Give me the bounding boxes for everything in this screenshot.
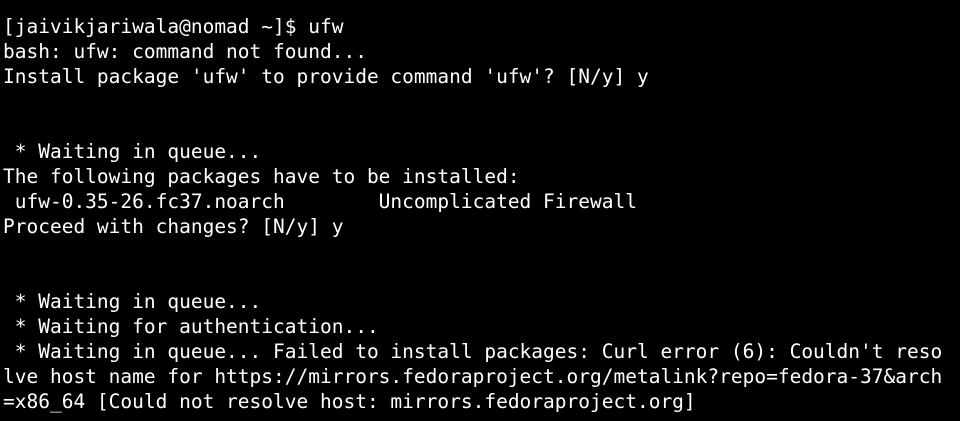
terminal-line-failure: lve host name for https://mirrors.fedora… xyxy=(3,365,943,388)
terminal-line-failure: =x86_64 [Could not resolve host: mirrors… xyxy=(3,390,696,413)
terminal-line-prompt: [jaivikjariwala@nomad ~]$ ufw xyxy=(3,15,344,38)
terminal-window[interactable]: [jaivikjariwala@nomad ~]$ ufw bash: ufw:… xyxy=(0,0,960,421)
terminal-line-proceed-prompt: Proceed with changes? [N/y] y xyxy=(3,215,344,238)
terminal-line-install-prompt: Install package 'ufw' to provide command… xyxy=(3,65,649,88)
terminal-line-status: * Waiting in queue... xyxy=(3,290,262,313)
terminal-line-status: * Waiting in queue... xyxy=(3,140,262,163)
terminal-line-package: ufw-0.35-26.fc37.noarch Uncomplicated Fi… xyxy=(3,190,637,213)
terminal-line-error: bash: ufw: command not found... xyxy=(3,40,367,63)
terminal-line-status: * Waiting for authentication... xyxy=(3,315,379,338)
terminal-line-packages-header: The following packages have to be instal… xyxy=(3,165,520,188)
terminal-line-failure: * Waiting in queue... Failed to install … xyxy=(3,340,943,363)
